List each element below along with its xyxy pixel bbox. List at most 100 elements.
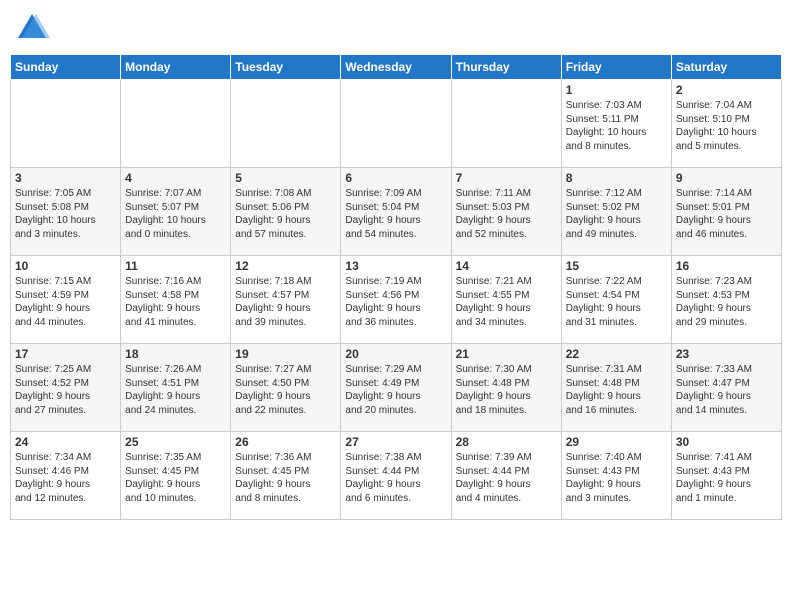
day-number: 28 [456, 435, 557, 449]
calendar-cell [231, 80, 341, 168]
calendar-cell: 8 Sunrise: 7:12 AMSunset: 5:02 PMDaylight… [561, 168, 671, 256]
day-number: 22 [566, 347, 667, 361]
day-info: Sunrise: 7:21 AMSunset: 4:55 PMDaylight:… [456, 275, 557, 329]
calendar-cell: 23 Sunrise: 7:33 AMSunset: 4:47 PMDayligh… [671, 344, 781, 432]
day-header-monday: Monday [121, 55, 231, 80]
day-number: 7 [456, 171, 557, 185]
calendar-cell: 25 Sunrise: 7:35 AMSunset: 4:45 PMDayligh… [121, 432, 231, 520]
calendar-cell: 5 Sunrise: 7:08 AMSunset: 5:06 PMDaylight… [231, 168, 341, 256]
day-number: 23 [676, 347, 777, 361]
day-header-thursday: Thursday [451, 55, 561, 80]
day-info: Sunrise: 7:29 AMSunset: 4:49 PMDaylight:… [345, 363, 446, 417]
day-info: Sunrise: 7:08 AMSunset: 5:06 PMDaylight:… [235, 187, 336, 241]
day-number: 26 [235, 435, 336, 449]
day-number: 25 [125, 435, 226, 449]
day-number: 21 [456, 347, 557, 361]
day-info: Sunrise: 7:33 AMSunset: 4:47 PMDaylight:… [676, 363, 777, 417]
calendar-cell: 30Sunrise: 7:41 AMSunset: 4:43 PMDayligh… [671, 432, 781, 520]
calendar-cell: 20 Sunrise: 7:29 AMSunset: 4:49 PMDayligh… [341, 344, 451, 432]
day-info: Sunrise: 7:35 AMSunset: 4:45 PMDaylight:… [125, 451, 226, 505]
day-info: Sunrise: 7:36 AMSunset: 4:45 PMDaylight:… [235, 451, 336, 505]
day-info: Sunrise: 7:23 AMSunset: 4:53 PMDaylight:… [676, 275, 777, 329]
day-number: 14 [456, 259, 557, 273]
day-number: 1 [566, 83, 667, 97]
day-number: 18 [125, 347, 226, 361]
calendar-cell [451, 80, 561, 168]
day-info: Sunrise: 7:11 AMSunset: 5:03 PMDaylight:… [456, 187, 557, 241]
day-number: 8 [566, 171, 667, 185]
calendar-cell [341, 80, 451, 168]
day-number: 16 [676, 259, 777, 273]
calendar-cell: 13 Sunrise: 7:19 AMSunset: 4:56 PMDayligh… [341, 256, 451, 344]
day-info: Sunrise: 7:30 AMSunset: 4:48 PMDaylight:… [456, 363, 557, 417]
day-header-friday: Friday [561, 55, 671, 80]
calendar-cell: 15Sunrise: 7:22 AMSunset: 4:54 PMDayligh… [561, 256, 671, 344]
calendar-cell: 17Sunrise: 7:25 AMSunset: 4:52 PMDayligh… [11, 344, 121, 432]
calendar-header-row: SundayMondayTuesdayWednesdayThursdayFrid… [11, 55, 782, 80]
calendar-cell [121, 80, 231, 168]
calendar-cell: 26 Sunrise: 7:36 AMSunset: 4:45 PMDayligh… [231, 432, 341, 520]
day-header-wednesday: Wednesday [341, 55, 451, 80]
calendar-cell: 3 Sunrise: 7:05 AMSunset: 5:08 PMDaylight… [11, 168, 121, 256]
day-info: Sunrise: 7:18 AMSunset: 4:57 PMDaylight:… [235, 275, 336, 329]
day-number: 20 [345, 347, 446, 361]
calendar-cell: 29Sunrise: 7:40 AMSunset: 4:43 PMDayligh… [561, 432, 671, 520]
calendar-cell: 7 Sunrise: 7:11 AMSunset: 5:03 PMDaylight… [451, 168, 561, 256]
day-info: Sunrise: 7:19 AMSunset: 4:56 PMDaylight:… [345, 275, 446, 329]
day-info: Sunrise: 7:25 AMSunset: 4:52 PMDaylight:… [15, 363, 116, 417]
calendar-cell: 10Sunrise: 7:15 AMSunset: 4:59 PMDayligh… [11, 256, 121, 344]
day-info: Sunrise: 7:31 AMSunset: 4:48 PMDaylight:… [566, 363, 667, 417]
day-info: Sunrise: 7:27 AMSunset: 4:50 PMDaylight:… [235, 363, 336, 417]
calendar-cell: 4Sunrise: 7:07 AMSunset: 5:07 PMDaylight… [121, 168, 231, 256]
calendar-cell: 19 Sunrise: 7:27 AMSunset: 4:50 PMDayligh… [231, 344, 341, 432]
day-info: Sunrise: 7:14 AMSunset: 5:01 PMDaylight:… [676, 187, 777, 241]
day-number: 3 [15, 171, 116, 185]
calendar-cell: 12Sunrise: 7:18 AMSunset: 4:57 PMDayligh… [231, 256, 341, 344]
day-number: 11 [125, 259, 226, 273]
day-header-sunday: Sunday [11, 55, 121, 80]
calendar-cell: 9 Sunrise: 7:14 AMSunset: 5:01 PMDaylight… [671, 168, 781, 256]
day-info: Sunrise: 7:38 AMSunset: 4:44 PMDaylight:… [345, 451, 446, 505]
calendar-cell: 27 Sunrise: 7:38 AMSunset: 4:44 PMDayligh… [341, 432, 451, 520]
calendar-cell: 2 Sunrise: 7:04 AMSunset: 5:10 PMDaylight… [671, 80, 781, 168]
calendar-cell: 24 Sunrise: 7:34 AMSunset: 4:46 PMDayligh… [11, 432, 121, 520]
calendar-week-4: 17Sunrise: 7:25 AMSunset: 4:52 PMDayligh… [11, 344, 782, 432]
day-info: Sunrise: 7:05 AMSunset: 5:08 PMDaylight:… [15, 187, 116, 241]
day-number: 27 [345, 435, 446, 449]
day-number: 9 [676, 171, 777, 185]
calendar-week-3: 10Sunrise: 7:15 AMSunset: 4:59 PMDayligh… [11, 256, 782, 344]
day-info: Sunrise: 7:26 AMSunset: 4:51 PMDaylight:… [125, 363, 226, 417]
day-number: 5 [235, 171, 336, 185]
calendar-cell: 6 Sunrise: 7:09 AMSunset: 5:04 PMDaylight… [341, 168, 451, 256]
day-number: 29 [566, 435, 667, 449]
calendar-cell [11, 80, 121, 168]
day-number: 24 [15, 435, 116, 449]
calendar-week-1: 1 Sunrise: 7:03 AMSunset: 5:11 PMDaylight… [11, 80, 782, 168]
day-info: Sunrise: 7:03 AMSunset: 5:11 PMDaylight:… [566, 99, 667, 153]
day-info: Sunrise: 7:41 AMSunset: 4:43 PMDaylight:… [676, 451, 777, 505]
logo-icon [14, 10, 50, 46]
day-info: Sunrise: 7:12 AMSunset: 5:02 PMDaylight:… [566, 187, 667, 241]
day-number: 15 [566, 259, 667, 273]
calendar-cell: 14 Sunrise: 7:21 AMSunset: 4:55 PMDayligh… [451, 256, 561, 344]
day-info: Sunrise: 7:34 AMSunset: 4:46 PMDaylight:… [15, 451, 116, 505]
day-info: Sunrise: 7:09 AMSunset: 5:04 PMDaylight:… [345, 187, 446, 241]
calendar-cell: 28 Sunrise: 7:39 AMSunset: 4:44 PMDayligh… [451, 432, 561, 520]
day-number: 6 [345, 171, 446, 185]
day-info: Sunrise: 7:39 AMSunset: 4:44 PMDaylight:… [456, 451, 557, 505]
calendar-cell: 21 Sunrise: 7:30 AMSunset: 4:48 PMDayligh… [451, 344, 561, 432]
day-number: 13 [345, 259, 446, 273]
day-info: Sunrise: 7:04 AMSunset: 5:10 PMDaylight:… [676, 99, 777, 153]
calendar-cell: 18 Sunrise: 7:26 AMSunset: 4:51 PMDayligh… [121, 344, 231, 432]
calendar-cell: 11 Sunrise: 7:16 AMSunset: 4:58 PMDayligh… [121, 256, 231, 344]
day-number: 19 [235, 347, 336, 361]
day-info: Sunrise: 7:07 AMSunset: 5:07 PMDaylight:… [125, 187, 226, 241]
logo [14, 10, 54, 46]
calendar-cell: 1 Sunrise: 7:03 AMSunset: 5:11 PMDaylight… [561, 80, 671, 168]
day-header-saturday: Saturday [671, 55, 781, 80]
day-info: Sunrise: 7:16 AMSunset: 4:58 PMDaylight:… [125, 275, 226, 329]
day-header-tuesday: Tuesday [231, 55, 341, 80]
day-number: 2 [676, 83, 777, 97]
day-info: Sunrise: 7:15 AMSunset: 4:59 PMDaylight:… [15, 275, 116, 329]
calendar-table: SundayMondayTuesdayWednesdayThursdayFrid… [10, 54, 782, 520]
